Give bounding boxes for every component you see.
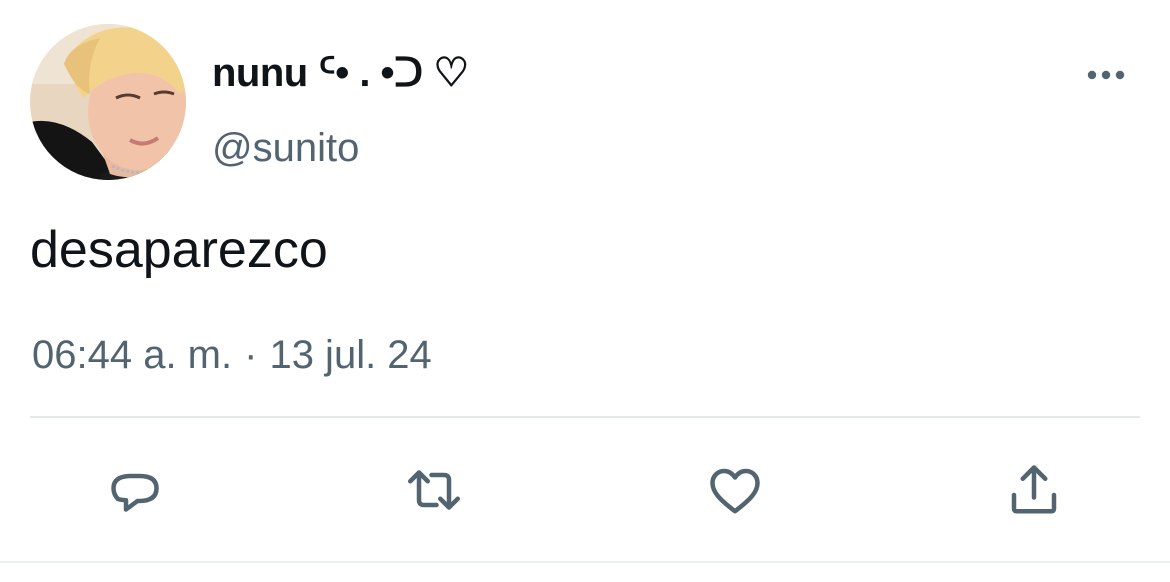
tweet-timestamp[interactable]: 06:44 a. m. · 13 jul. 24: [32, 333, 432, 378]
display-name-row[interactable]: nunu ᑦ• . •ᑐ ♡: [212, 48, 469, 98]
reply-button[interactable]: [103, 458, 167, 522]
share-icon: [1011, 465, 1057, 514]
retweet-icon: [408, 470, 460, 510]
avatar[interactable]: [30, 24, 186, 180]
user-handle[interactable]: @sunito: [212, 126, 359, 171]
tweet-detail: nunu ᑦ• . •ᑐ ♡ @sunito desaparezco 06:44…: [0, 0, 1170, 582]
heart-icon: [710, 468, 760, 514]
display-name[interactable]: nunu ᑦ• . •ᑐ ♡: [212, 50, 469, 96]
tweet-time[interactable]: 06:44 a. m.: [32, 333, 232, 378]
share-button[interactable]: [1002, 458, 1066, 522]
reply-icon: [111, 473, 159, 512]
more-horizontal-icon: [1087, 70, 1125, 80]
avatar-image: [30, 24, 186, 180]
more-options-button[interactable]: [1084, 60, 1128, 90]
tweet-text: desaparezco: [30, 221, 328, 279]
tweet-date[interactable]: 13 jul. 24: [269, 333, 431, 378]
bottom-divider: [0, 561, 1170, 563]
like-button[interactable]: [703, 458, 767, 522]
timestamp-separator: ·: [244, 333, 258, 377]
retweet-button[interactable]: [402, 458, 466, 522]
divider: [30, 416, 1140, 418]
